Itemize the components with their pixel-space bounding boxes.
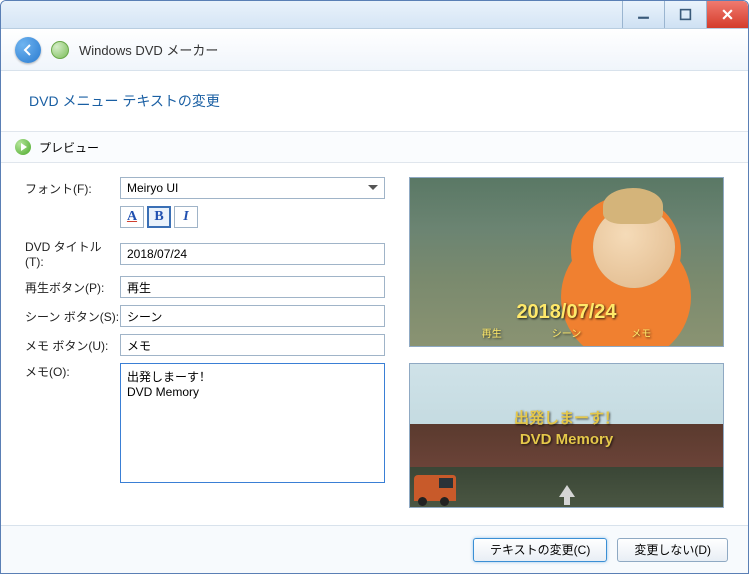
close-button[interactable]: [706, 1, 748, 28]
preview-panel: 2018/07/24 再生 シーン メモ 出発しまーす！ DVD Memory: [409, 177, 724, 511]
scene-button-label: シーン ボタン(S):: [25, 308, 120, 325]
font-select[interactable]: Meiryo UI: [120, 177, 385, 199]
content: フォント(F): Meiryo UI A B I DVD タイトル(T): 再生…: [1, 163, 748, 525]
play-icon[interactable]: [15, 139, 31, 155]
memo-button-label: メモ ボタン(U):: [25, 337, 120, 354]
dvd-title-input[interactable]: [120, 243, 385, 265]
preview-dvd-title: 2018/07/24: [410, 301, 723, 324]
form: フォント(F): Meiryo UI A B I DVD タイトル(T): 再生…: [25, 177, 385, 511]
up-arrow-icon: [559, 485, 575, 497]
preview-play: 再生: [482, 325, 502, 340]
play-button-label: 再生ボタン(P):: [25, 279, 120, 296]
window: Windows DVD メーカー DVD メニュー テキストの変更 プレビュー …: [0, 0, 749, 574]
back-button[interactable]: [15, 37, 41, 63]
arrow-left-icon: [21, 43, 35, 57]
memo-preview: 出発しまーす！ DVD Memory: [409, 363, 724, 508]
memo-label: メモ(O):: [25, 363, 120, 380]
app-icon: [51, 41, 69, 59]
bold-button[interactable]: B: [147, 206, 171, 228]
preview-image: [593, 206, 675, 288]
memo-textarea[interactable]: 出発しまーす！ DVD Memory: [120, 363, 385, 483]
page-title: DVD メニュー テキストの変更: [1, 71, 748, 131]
app-title: Windows DVD メーカー: [79, 40, 218, 59]
preview-toolbar: プレビュー: [1, 131, 748, 163]
preview-scene: シーン: [552, 325, 582, 340]
preview-label[interactable]: プレビュー: [39, 139, 99, 156]
no-change-button[interactable]: 変更しない(D): [617, 538, 728, 562]
italic-button[interactable]: I: [174, 206, 198, 228]
dvd-title-label: DVD タイトル(T):: [25, 238, 120, 269]
titlebar: [1, 1, 748, 29]
preview-van-image: [414, 475, 456, 501]
preview-menu-items: 再生 シーン メモ: [410, 325, 723, 340]
memo-button-input[interactable]: [120, 334, 385, 356]
header: Windows DVD メーカー: [1, 29, 748, 71]
maximize-button[interactable]: [664, 1, 706, 28]
menu-preview: 2018/07/24 再生 シーン メモ: [409, 177, 724, 347]
font-label: フォント(F):: [25, 180, 120, 197]
scene-button-input[interactable]: [120, 305, 385, 327]
preview-memo-text: 出発しまーす！ DVD Memory: [410, 408, 723, 450]
preview-memo: メモ: [631, 325, 651, 340]
play-button-input[interactable]: [120, 276, 385, 298]
minimize-button[interactable]: [622, 1, 664, 28]
change-text-button[interactable]: テキストの変更(C): [473, 538, 607, 562]
footer: テキストの変更(C) 変更しない(D): [1, 525, 748, 573]
font-color-button[interactable]: A: [120, 206, 144, 228]
